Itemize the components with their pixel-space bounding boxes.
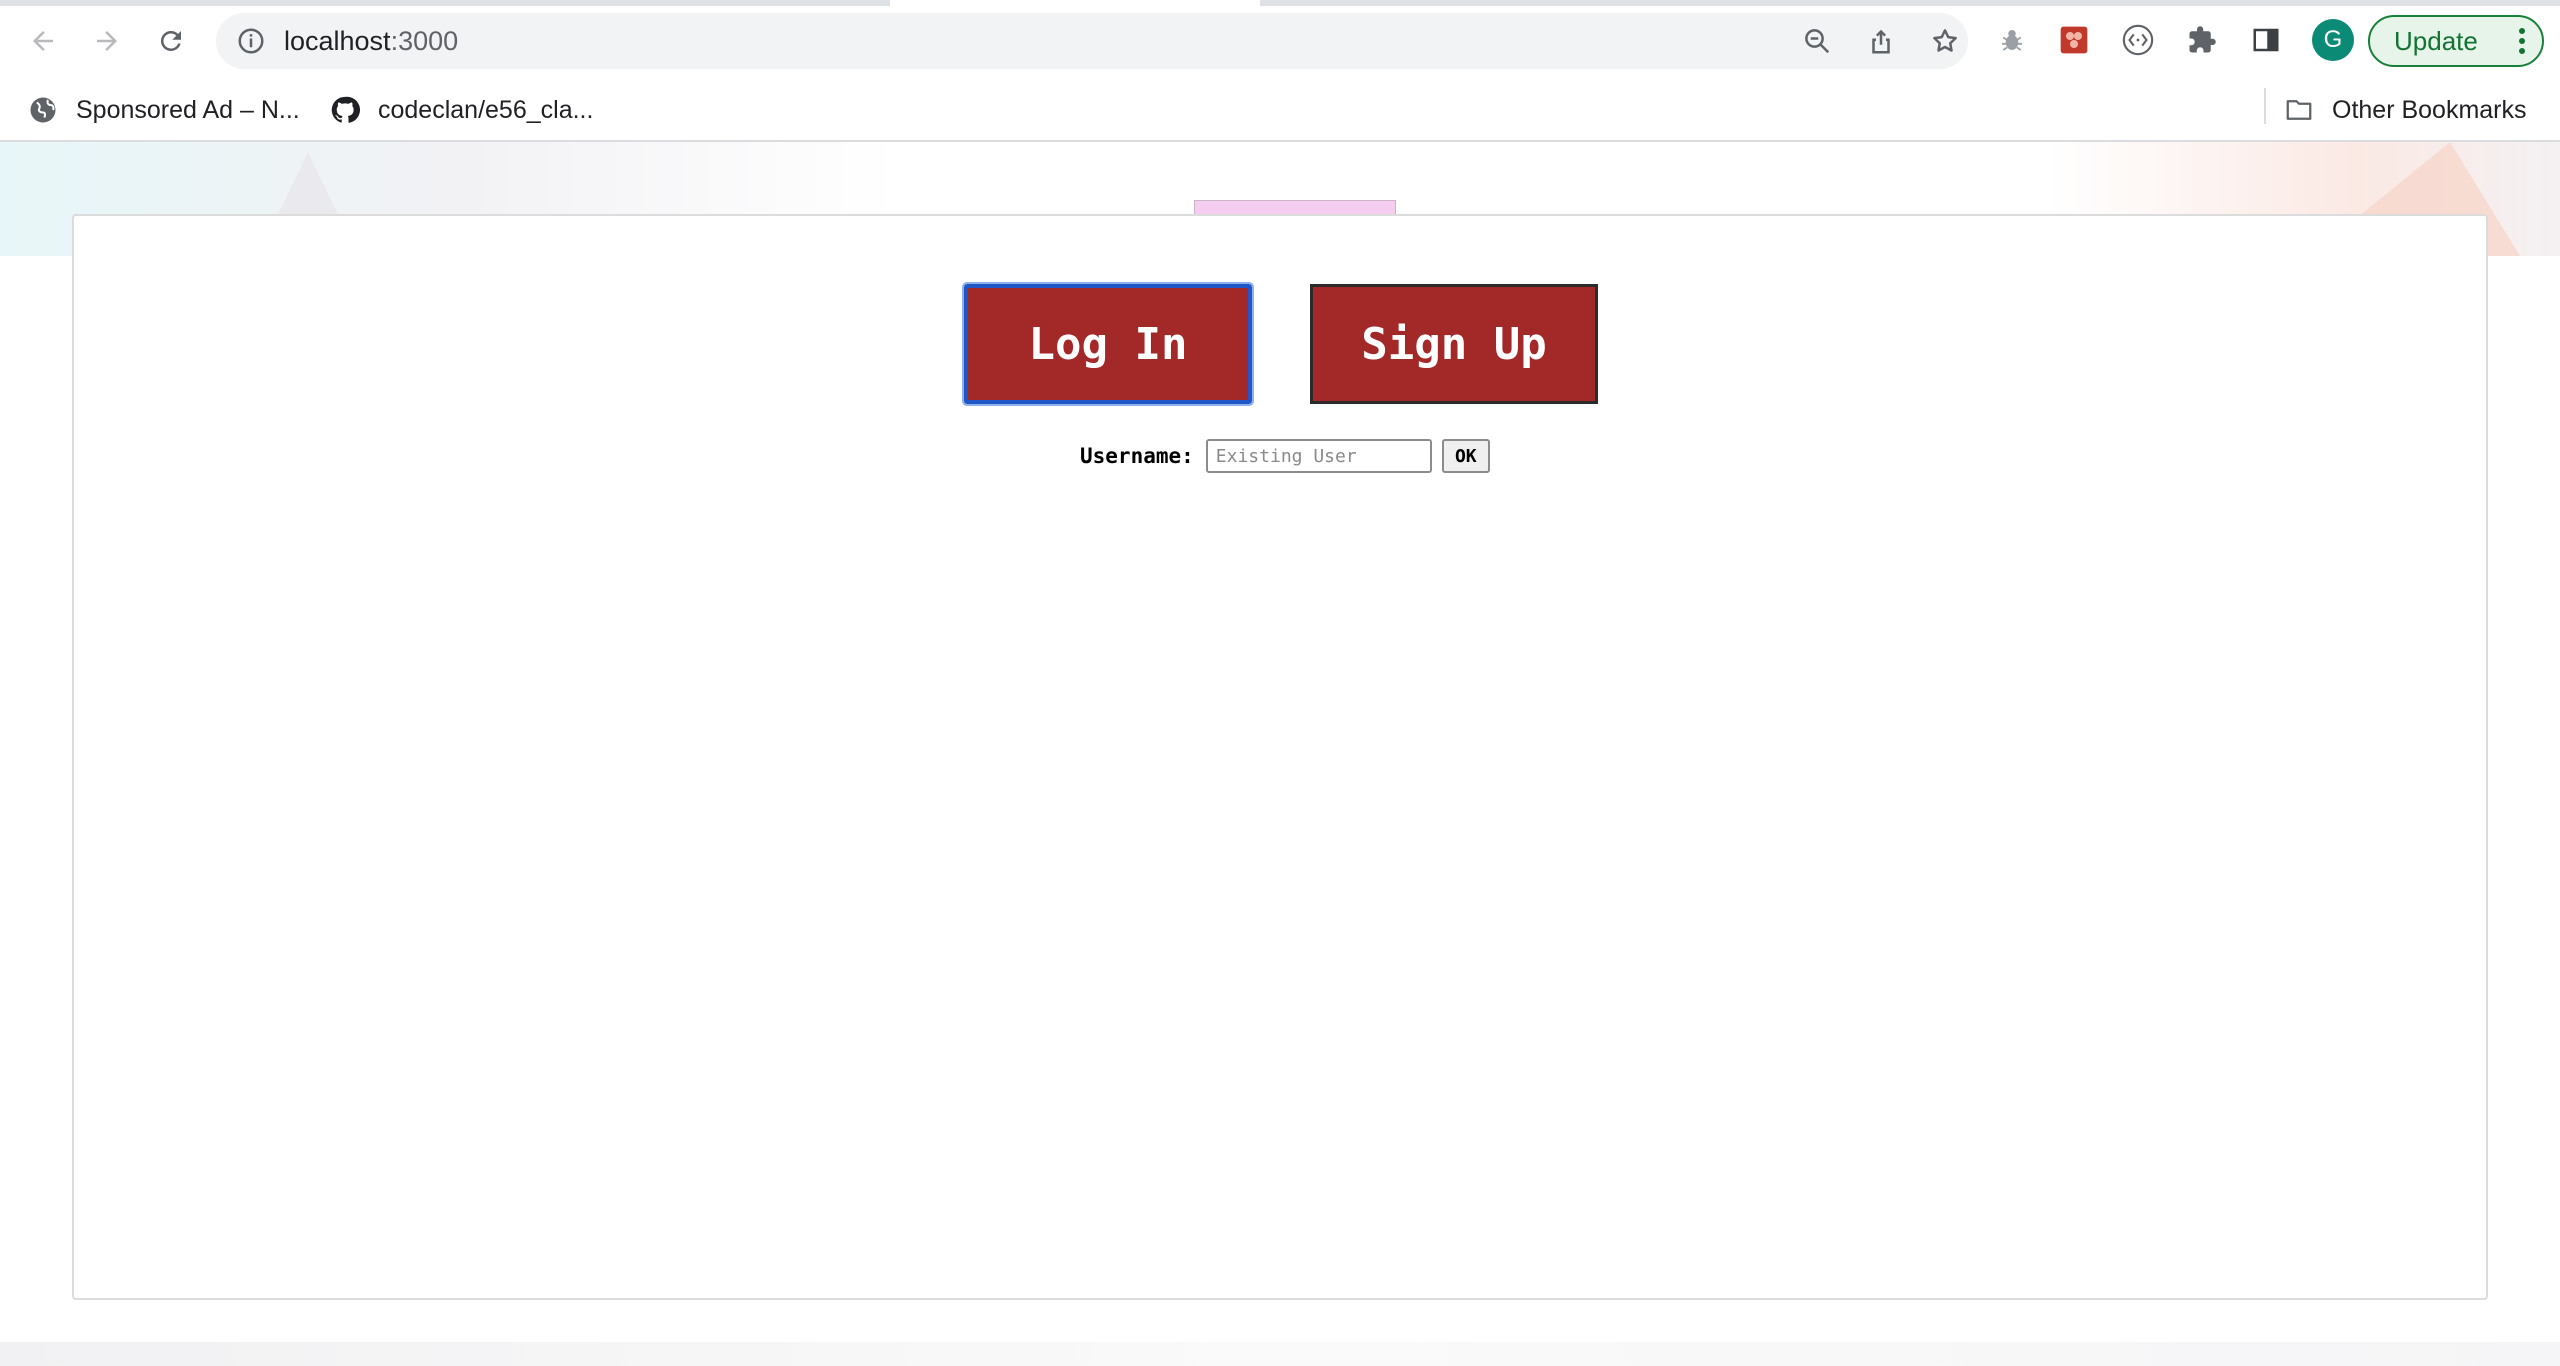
update-label: Update [2394,25,2478,56]
bookmark-codeclan[interactable]: codeclan/e56_cla... [330,90,593,130]
other-bookmarks[interactable]: Other Bookmarks [2284,90,2527,130]
browser-toolbar: localhost:3000 G Update [0,0,2560,80]
login-button[interactable]: Log In [962,282,1254,406]
bookmark-label: Sponsored Ad – N... [76,95,300,124]
tab-strip [0,0,2560,6]
bookmarks-separator [2264,88,2266,124]
active-tab[interactable] [890,0,1260,6]
username-label: Username: [1080,444,1194,468]
username-input[interactable] [1205,439,1432,473]
page-viewport: Log In Sign Up Username: OK [0,142,2560,1366]
bookmark-sponsored[interactable]: Sponsored Ad – N... [28,90,300,130]
share-icon[interactable] [1866,26,1896,56]
back-button[interactable] [20,18,66,64]
extensions-puzzle-icon[interactable] [2184,22,2220,58]
folder-icon [2286,100,2312,120]
red-extension-icon[interactable] [2056,22,2092,58]
bookmark-star-icon[interactable] [1930,26,1960,56]
url-host: localhost [284,26,391,56]
signup-button[interactable]: Sign Up [1310,284,1598,404]
forward-arrow-icon [97,31,117,51]
forward-button[interactable] [84,18,130,64]
main-card: Log In Sign Up Username: OK [72,214,2488,1300]
reload-icon [160,30,181,51]
bookmarks-bar: Sponsored Ad – N... codeclan/e56_cla... … [0,80,2560,142]
bookmark-label: codeclan/e56_cla... [378,95,594,124]
ok-button[interactable]: OK [1441,439,1490,473]
update-button[interactable]: Update [2368,15,2544,67]
url-text[interactable]: localhost:3000 [284,26,458,56]
more-menu-icon[interactable] [2518,27,2526,55]
other-bookmarks-label: Other Bookmarks [2332,95,2527,124]
address-bar[interactable]: localhost:3000 [216,13,1968,69]
login-form: Username: OK [1080,438,1490,474]
profile-avatar[interactable]: G [2312,19,2354,61]
url-port: :3000 [390,26,459,56]
globe-icon [30,97,56,123]
github-icon [331,96,360,123]
side-panel-icon[interactable] [2248,22,2284,58]
info-icon[interactable] [236,26,266,56]
page-footer-strip [0,1342,2560,1366]
code-extension-icon[interactable] [2120,22,2156,58]
back-arrow-icon [33,31,53,51]
reload-button[interactable] [148,18,194,64]
zoom-out-icon[interactable] [1802,26,1832,56]
bug-extension-icon[interactable] [1994,22,2030,58]
